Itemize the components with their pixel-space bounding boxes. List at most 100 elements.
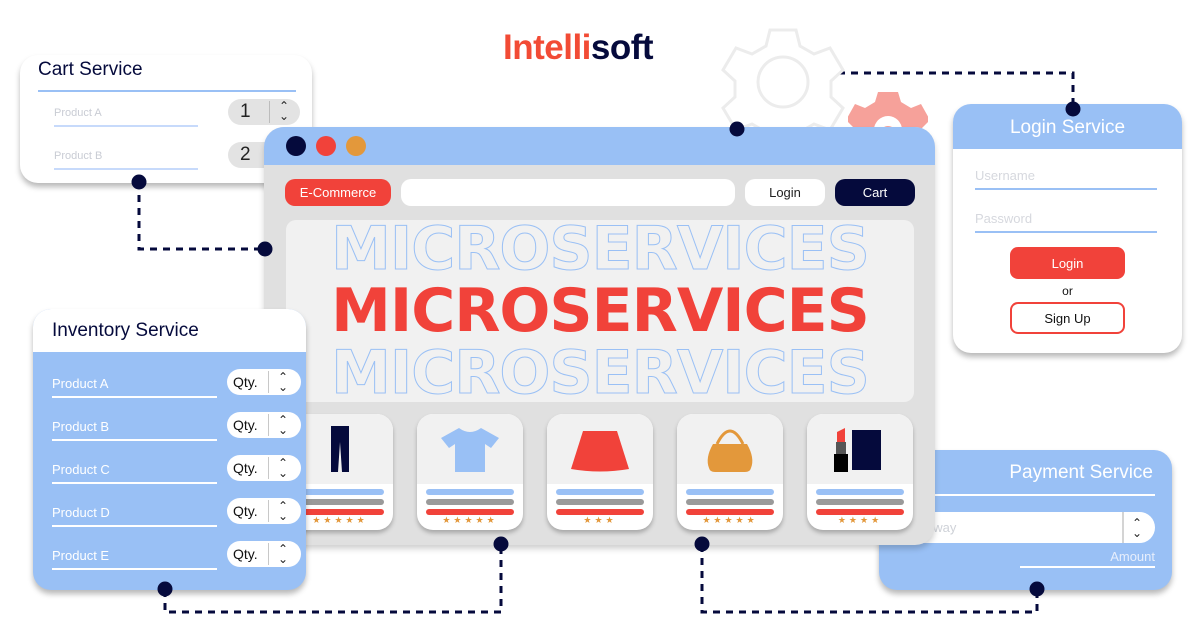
- search-input[interactable]: [401, 179, 735, 206]
- rating-stars: ★★★★: [837, 515, 883, 525]
- quantity-stepper[interactable]: 1 ⌃ ⌄: [228, 99, 300, 125]
- hero-title: MICROSERVICES: [331, 276, 870, 346]
- up-down-chevron-icon[interactable]: ⌃⌄: [275, 414, 291, 436]
- product-desc-bar: [686, 499, 774, 505]
- inventory-item-label: Product D: [52, 505, 110, 520]
- stepper-divider: [268, 500, 269, 522]
- inventory-service-title: Inventory Service: [52, 320, 199, 341]
- quantity-stepper[interactable]: Qty. ⌃ ⌄: [227, 498, 301, 524]
- gear-outline-icon: [721, 28, 845, 142]
- or-separator: or: [1062, 284, 1073, 298]
- tshirt-icon: [441, 428, 499, 472]
- up-down-chevron-icon[interactable]: ⌃⌄: [275, 543, 291, 565]
- product-card[interactable]: ★★★: [547, 414, 653, 530]
- intellisoft-logo: Intellisoft: [503, 28, 654, 68]
- quantity-value: 2: [240, 144, 251, 165]
- inventory-service-header: Inventory Service: [33, 309, 306, 352]
- inventory-item-row: Product D Qty. ⌃ ⌄: [52, 498, 304, 535]
- password-field[interactable]: Password: [975, 209, 1157, 233]
- qty-label: Qty.: [233, 503, 258, 519]
- product-title-bar: [816, 489, 904, 495]
- product-card[interactable]: ★★★★★: [677, 414, 783, 530]
- qty-label: Qty.: [233, 460, 258, 476]
- cart-item-label: Product B: [54, 150, 103, 162]
- cart-item-underline: [54, 125, 198, 127]
- window-dot-orange[interactable]: [346, 136, 366, 156]
- password-placeholder: Password: [975, 211, 1033, 226]
- inventory-item-row: Product A Qty. ⌃ ⌄: [52, 369, 304, 406]
- product-desc-bar: [556, 499, 644, 505]
- payment-service-title: Payment Service: [1009, 462, 1153, 483]
- stepper-divider: [268, 543, 269, 565]
- cart-button[interactable]: Cart: [835, 179, 915, 206]
- amount-label: Amount: [1110, 549, 1155, 564]
- product-title-bar: [686, 489, 774, 495]
- login-service-header: Login Service: [953, 104, 1182, 149]
- inventory-item-underline: [52, 439, 217, 441]
- login-button[interactable]: Login: [745, 179, 825, 206]
- quantity-stepper[interactable]: Qty. ⌃ ⌄: [227, 369, 301, 395]
- window-dot-red[interactable]: [316, 136, 336, 156]
- up-down-chevron-icon[interactable]: ⌃⌄: [1129, 517, 1145, 539]
- quantity-stepper[interactable]: Qty. ⌃ ⌄: [227, 455, 301, 481]
- inventory-service-card: Inventory Service Product A Qty. ⌃ ⌄ Prod…: [33, 309, 306, 590]
- inventory-item-underline: [52, 482, 217, 484]
- ecommerce-browser-window: E-Commerce Login Cart MICROSERVICES MICR…: [264, 127, 935, 545]
- product-card[interactable]: ★★★★★: [417, 414, 523, 530]
- product-image-area: [807, 414, 913, 484]
- cart-service-title: Cart Service: [38, 59, 143, 80]
- quantity-value: 1: [240, 101, 251, 122]
- product-image-area: [547, 414, 653, 484]
- product-desc-bar: [816, 499, 904, 505]
- cart-title-divider: [38, 90, 296, 92]
- up-down-chevron-icon[interactable]: ⌃⌄: [275, 457, 291, 479]
- browser-title-bar: [264, 127, 935, 165]
- cart-item-underline: [54, 168, 198, 170]
- stepper-divider: [268, 371, 269, 393]
- amount-field-underline[interactable]: [1020, 566, 1155, 568]
- rating-stars: ★★★: [583, 515, 617, 525]
- cart-item-row: Product A 1 ⌃ ⌄: [54, 99, 312, 129]
- quantity-stepper[interactable]: Qty. ⌃ ⌄: [227, 541, 301, 567]
- inventory-item-label: Product B: [52, 419, 110, 434]
- rating-stars: ★★★★★: [702, 515, 758, 525]
- up-down-chevron-icon[interactable]: ⌃⌄: [275, 371, 291, 393]
- quantity-stepper[interactable]: Qty. ⌃ ⌄: [227, 412, 301, 438]
- logo-part-2: soft: [590, 28, 654, 67]
- inventory-item-label: Product A: [52, 376, 109, 391]
- login-submit-button[interactable]: Login: [1010, 247, 1125, 279]
- inventory-item-underline: [52, 525, 217, 527]
- product-title-bar: [556, 489, 644, 495]
- up-down-chevron-icon[interactable]: ⌃⌄: [275, 500, 291, 522]
- up-down-chevron-icon[interactable]: ⌃⌄: [276, 100, 292, 122]
- stepper-divider: [269, 101, 270, 123]
- product-title-bar: [296, 489, 384, 495]
- product-desc-bar: [296, 499, 384, 505]
- select-divider: [1122, 512, 1124, 543]
- qty-label: Qty.: [233, 417, 258, 433]
- inventory-item-underline: [52, 396, 217, 398]
- qty-label: Qty.: [233, 546, 258, 562]
- logo-part-1: Intelli: [503, 28, 591, 67]
- ecommerce-home-button[interactable]: E-Commerce: [285, 179, 391, 206]
- hero-outline-text-top: MICROSERVICES: [331, 220, 871, 284]
- inventory-item-row: Product E Qty. ⌃ ⌄: [52, 541, 304, 578]
- inventory-item-row: Product C Qty. ⌃ ⌄: [52, 455, 304, 492]
- username-placeholder: Username: [975, 168, 1035, 183]
- product-image-area: [677, 414, 783, 484]
- skirt-icon: [571, 431, 629, 472]
- login-service-title: Login Service: [1009, 117, 1126, 138]
- username-field[interactable]: Username: [975, 166, 1157, 190]
- connector-cart-browser: [137, 182, 265, 251]
- inventory-item-underline: [52, 568, 217, 570]
- qty-label: Qty.: [233, 374, 258, 390]
- product-image-area: [417, 414, 523, 484]
- cart-item-label: Product A: [54, 107, 102, 119]
- stepper-divider: [268, 414, 269, 436]
- window-dot-navy[interactable]: [286, 136, 306, 156]
- hero-banner: MICROSERVICES MICROSERVICES MICROSERVICE…: [286, 220, 914, 402]
- sign-up-button[interactable]: Sign Up: [1010, 302, 1125, 334]
- rating-stars: ★★★★★: [442, 515, 498, 525]
- cosmetics-icon: [834, 428, 881, 472]
- product-card[interactable]: ★★★★: [807, 414, 913, 530]
